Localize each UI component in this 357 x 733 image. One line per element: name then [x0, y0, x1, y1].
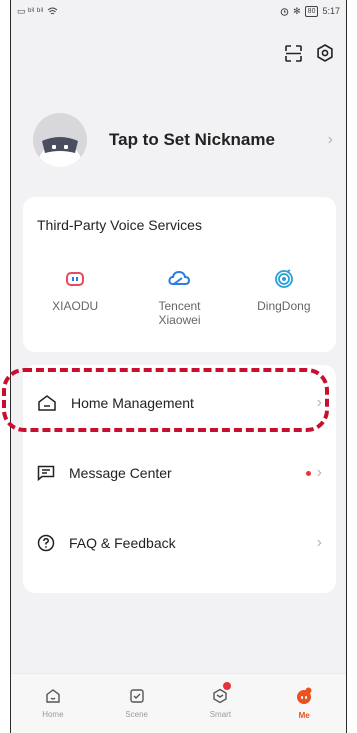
home-icon: [46, 689, 60, 703]
service-dingdong[interactable]: DingDong: [232, 269, 336, 327]
menu-card: Home Management › Message Center › FAQ &…: [23, 365, 336, 593]
voice-services-card: Third-Party Voice Services XIAODU Tencen…: [23, 197, 336, 352]
chevron-right-icon: ›: [327, 131, 333, 148]
chevron-right-icon: ›: [316, 534, 322, 551]
service-xiaodu[interactable]: XIAODU: [23, 269, 127, 327]
menu-item-home-management[interactable]: Home Management ›: [23, 373, 336, 433]
service-label: Tencent Xiaowei: [158, 299, 201, 327]
tab-label: Home: [42, 710, 64, 719]
menu-item-faq-feedback[interactable]: FAQ & Feedback ›: [23, 513, 336, 573]
service-label: DingDong: [257, 299, 311, 313]
tab-me[interactable]: Me: [262, 674, 346, 733]
service-label: XIAODU: [52, 299, 99, 313]
home-icon: [38, 395, 56, 411]
tab-scene[interactable]: Scene: [95, 674, 179, 733]
alarm-icon: [280, 7, 289, 16]
smart-icon: [213, 688, 228, 704]
scene-icon: [129, 689, 144, 703]
tab-label: Smart: [209, 710, 232, 719]
nickname-label[interactable]: Tap to Set Nickname: [109, 130, 328, 150]
profile-row[interactable]: Tap to Set Nickname ›: [33, 110, 333, 170]
dingdong-icon: [274, 269, 293, 288]
status-bar: ▭ ᵇⁱˡ ᵇⁱˡ ✻ 80 5:17: [11, 0, 346, 22]
phone-screen: ▭ ᵇⁱˡ ᵇⁱˡ ✻ 80 5:17 Tap to Set Nickname …: [10, 0, 347, 733]
menu-item-label: Home Management: [71, 395, 194, 411]
tencent-cloud-icon: [168, 270, 191, 285]
tab-label: Me: [298, 711, 310, 720]
chevron-right-icon: ›: [316, 394, 322, 411]
tab-bar: Home Scene Smart Me: [11, 673, 346, 733]
smart-badge: [223, 682, 232, 690]
battery-indicator: 80: [304, 5, 319, 17]
wifi-icon: [48, 7, 58, 14]
bluetooth-icon: ✻: [293, 5, 301, 16]
scan-icon[interactable]: [285, 44, 302, 62]
me-icon: [297, 687, 312, 704]
tab-home[interactable]: Home: [11, 674, 95, 733]
service-tencent-xiaowei[interactable]: Tencent Xiaowei: [127, 269, 231, 327]
tab-label: Scene: [125, 710, 148, 719]
signal-icon: ▭ ᵇⁱˡ ᵇⁱˡ: [17, 5, 44, 16]
tab-smart[interactable]: Smart: [179, 674, 263, 733]
message-icon: [37, 465, 55, 481]
menu-item-message-center[interactable]: Message Center ›: [23, 443, 336, 503]
menu-item-label: Message Center: [69, 465, 172, 481]
menu-item-label: FAQ & Feedback: [69, 535, 176, 551]
notification-dot: [305, 470, 311, 476]
chevron-right-icon: ›: [316, 464, 322, 481]
xiaodu-icon: [66, 272, 85, 286]
settings-icon[interactable]: [316, 44, 334, 62]
clock: 5:17: [322, 6, 340, 16]
avatar[interactable]: [33, 113, 87, 167]
voice-services-title: Third-Party Voice Services: [37, 217, 202, 233]
question-icon: [37, 534, 55, 552]
